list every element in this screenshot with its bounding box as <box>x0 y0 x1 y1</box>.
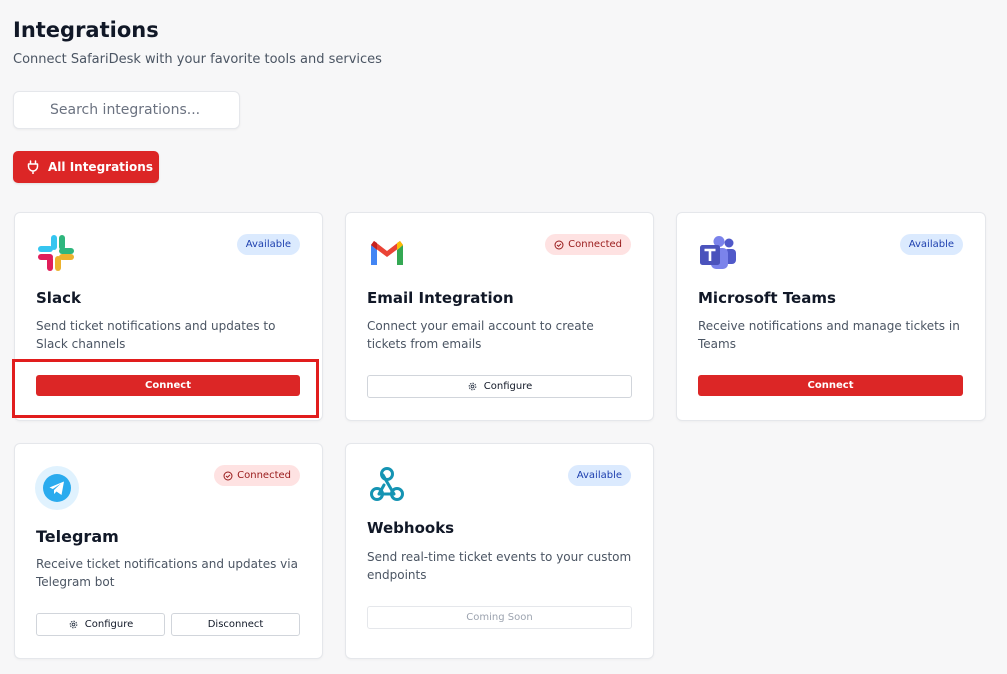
all-integrations-filter-button[interactable]: All Integrations <box>13 151 159 183</box>
status-badge: Connected <box>214 465 300 486</box>
slack-logo-icon <box>38 235 74 271</box>
teams-connect-button[interactable]: Connect <box>698 375 963 396</box>
telegram-logo-icon <box>35 466 79 510</box>
card-description: Send real-time ticket events to your cus… <box>367 550 632 582</box>
status-badge-label: Connected <box>237 470 291 481</box>
plug-icon <box>27 160 39 174</box>
card-title: Telegram <box>36 527 119 546</box>
status-badge: Available <box>567 465 631 486</box>
card-description: Connect your email account to create tic… <box>367 319 594 351</box>
slack-connect-button[interactable]: Connect <box>36 375 300 396</box>
integration-card-webhooks: Available Webhooks Send real-time ticket… <box>345 443 654 659</box>
gear-icon <box>468 382 477 391</box>
telegram-configure-button[interactable]: Configure <box>36 613 165 636</box>
teams-logo-icon <box>700 236 736 269</box>
check-circle-icon <box>554 240 564 249</box>
gmail-logo-icon <box>371 241 403 265</box>
all-integrations-label: All Integrations <box>48 160 153 174</box>
card-description: Receive notifications and manage tickets… <box>698 319 960 351</box>
status-badge: Connected <box>545 234 631 255</box>
card-title: Webhooks <box>367 519 455 537</box>
configure-label: Configure <box>84 619 134 630</box>
integration-card-teams: Available Microsoft Teams Receive notifi… <box>676 212 986 421</box>
configure-label: Configure <box>483 381 533 392</box>
email-configure-button[interactable]: Configure <box>367 375 632 398</box>
card-title: Slack <box>36 289 81 307</box>
status-badge-label: Connected <box>568 239 622 250</box>
webhook-icon <box>370 467 404 501</box>
card-title: Microsoft Teams <box>698 289 836 307</box>
card-title: Email Integration <box>367 289 514 307</box>
page-title: Integrations <box>13 18 159 42</box>
gear-icon <box>69 620 78 629</box>
telegram-disconnect-button[interactable]: Disconnect <box>171 613 300 636</box>
webhooks-coming-soon-button: Coming Soon <box>367 606 632 629</box>
integration-card-slack: Available Slack Send ticket notification… <box>14 212 323 421</box>
integration-card-telegram: Connected Telegram Receive ticket notifi… <box>14 443 323 659</box>
card-description: Send ticket notifications and updates to… <box>36 319 276 351</box>
search-input[interactable] <box>13 91 240 129</box>
page-subtitle: Connect SafariDesk with your favorite to… <box>13 52 382 67</box>
status-badge: Available <box>899 234 963 255</box>
check-circle-icon <box>223 471 233 480</box>
integration-card-email: Connected Email Integration Connect your… <box>345 212 654 421</box>
status-badge: Available <box>236 234 300 255</box>
card-description: Receive ticket notifications and updates… <box>36 557 298 589</box>
